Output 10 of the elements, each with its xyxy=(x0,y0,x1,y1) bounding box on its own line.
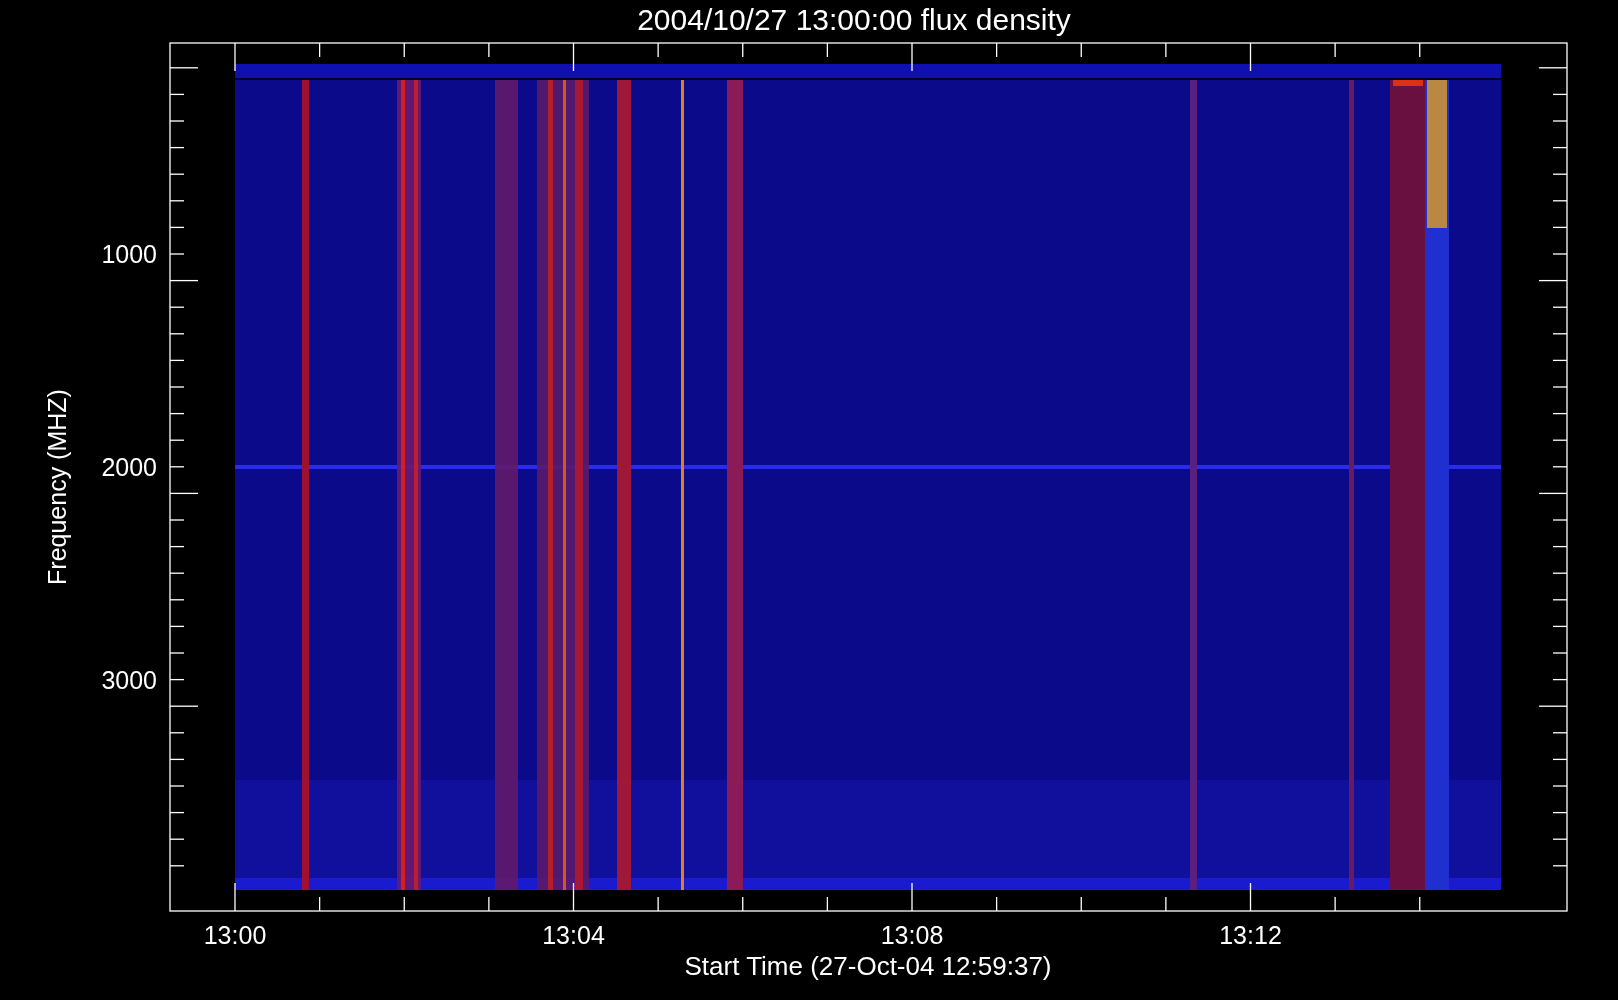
y-tick-label: 3000 xyxy=(101,666,157,694)
x-tick-label: 13:12 xyxy=(1219,921,1282,949)
y-axis-label: Frequency (MHZ) xyxy=(43,389,71,585)
x-axis-label: Start Time (27-Oct-04 12:59:37) xyxy=(684,951,1052,981)
chart-title: 2004/10/27 13:00:00 flux density xyxy=(637,5,1071,35)
y-tick-label: 2000 xyxy=(101,453,157,481)
x-tick-label: 13:00 xyxy=(203,921,267,949)
y-tick-label: 1000 xyxy=(101,240,157,268)
x-tick-label: 13:04 xyxy=(542,921,605,949)
x-tick-label: 13:08 xyxy=(880,921,944,949)
